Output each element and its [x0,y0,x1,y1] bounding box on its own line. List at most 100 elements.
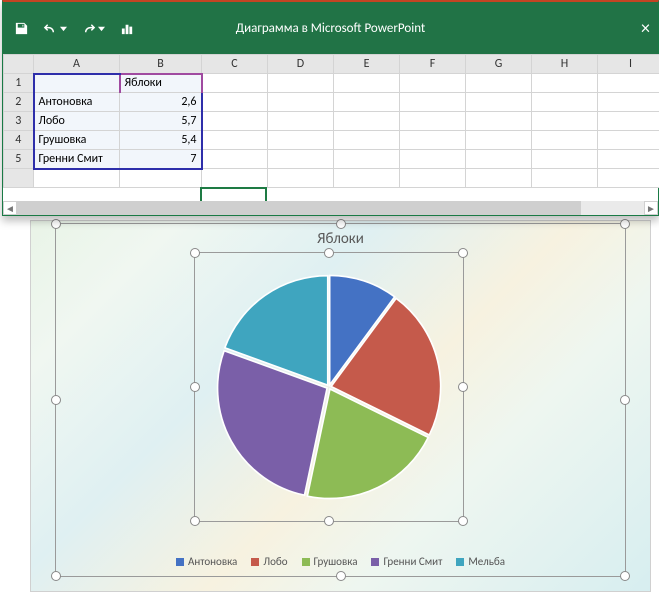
resize-handle[interactable] [458,516,468,526]
cell[interactable] [202,93,268,112]
col-header[interactable]: I [598,55,659,74]
resize-handle[interactable] [324,248,334,258]
chart-object[interactable]: Яблоки АнтоновкаЛобоГрушовкаГренни СмитМ… [55,223,626,577]
row-header[interactable]: 4 [4,131,34,150]
cell[interactable] [400,74,466,93]
cell[interactable] [334,112,400,131]
cell[interactable]: 5,7 [120,112,202,131]
undo-icon[interactable] [43,20,67,36]
scroll-thumb[interactable] [17,201,581,215]
cell[interactable] [120,169,202,188]
chart-tool-icon[interactable] [119,20,135,36]
cell[interactable] [532,131,598,150]
resize-handle[interactable] [458,382,468,392]
cell[interactable] [598,93,659,112]
legend-item[interactable]: Гренни Смит [371,555,442,568]
resize-handle[interactable] [620,219,630,229]
cell[interactable] [598,131,659,150]
resize-handle[interactable] [51,219,61,229]
scroll-track[interactable] [17,201,644,215]
cell[interactable] [532,93,598,112]
cell[interactable] [268,131,334,150]
row-header[interactable]: 1 [4,74,34,93]
resize-handle[interactable] [458,248,468,258]
cell[interactable] [400,131,466,150]
row-header[interactable]: 2 [4,93,34,112]
pie-chart[interactable] [214,272,444,502]
cell[interactable] [268,93,334,112]
scroll-left-icon[interactable]: ◄ [3,201,17,215]
cell[interactable]: 7 [120,150,202,169]
legend-item[interactable]: Антоновка [176,555,237,568]
cell[interactable] [466,131,532,150]
resize-handle[interactable] [620,395,630,405]
legend-item[interactable]: Лобо [251,555,287,568]
col-header[interactable]: D [268,55,334,74]
close-icon[interactable]: × [641,17,650,39]
legend-item[interactable]: Мельба [456,555,505,568]
cell[interactable] [334,150,400,169]
cell[interactable] [532,74,598,93]
redo-icon[interactable] [81,20,105,36]
resize-handle[interactable] [190,516,200,526]
cell[interactable] [598,74,659,93]
cell[interactable] [400,112,466,131]
cell[interactable]: Гренни Смит [34,150,120,169]
cell[interactable] [334,93,400,112]
cell[interactable] [334,74,400,93]
cell[interactable] [466,93,532,112]
cell[interactable] [598,150,659,169]
select-all-corner[interactable] [4,55,34,74]
cell[interactable] [202,169,268,188]
cell[interactable] [268,150,334,169]
cell[interactable] [466,150,532,169]
chart-legend[interactable]: Антоновка Лобо Грушовка Гренни Смит Мельба [56,555,625,568]
resize-handle[interactable] [324,516,334,526]
cell[interactable] [34,74,120,93]
legend-item[interactable]: Грушовка [302,555,358,568]
cell[interactable]: Грушовка [34,131,120,150]
col-header[interactable]: H [532,55,598,74]
worksheet[interactable]: A B C D E F G H I 1 Яблоки [3,54,658,201]
cell[interactable] [400,169,466,188]
cell[interactable] [598,112,659,131]
resize-handle[interactable] [51,571,61,581]
cell[interactable] [34,169,120,188]
cell[interactable] [532,150,598,169]
col-header[interactable]: C [202,55,268,74]
cell[interactable] [334,169,400,188]
cell[interactable] [400,150,466,169]
cell[interactable] [268,112,334,131]
cell[interactable]: Яблоки [120,74,202,93]
cell[interactable] [202,150,268,169]
col-header[interactable]: A [34,55,120,74]
plot-area[interactable] [194,252,464,522]
resize-handle[interactable] [336,219,346,229]
horizontal-scrollbar[interactable]: ◄ ► [3,201,658,215]
cell[interactable]: Антоновка [34,93,120,112]
data-grid[interactable]: A B C D E F G H I 1 Яблоки [3,54,659,188]
cell[interactable] [268,169,334,188]
resize-handle[interactable] [336,571,346,581]
cell[interactable] [400,93,466,112]
slide-canvas[interactable]: Яблоки АнтоновкаЛобоГрушовкаГренни СмитМ… [30,220,651,592]
resize-handle[interactable] [190,248,200,258]
scroll-right-icon[interactable]: ► [644,201,658,215]
col-header[interactable]: F [400,55,466,74]
row-header[interactable]: 3 [4,112,34,131]
cell[interactable]: Лобо [34,112,120,131]
save-icon[interactable] [13,20,29,36]
cell[interactable] [466,169,532,188]
col-header[interactable]: E [334,55,400,74]
resize-handle[interactable] [620,571,630,581]
cell[interactable] [466,112,532,131]
col-header[interactable]: G [466,55,532,74]
cell[interactable] [334,131,400,150]
row-header[interactable] [4,169,34,188]
cell[interactable] [202,131,268,150]
cell[interactable] [202,74,268,93]
col-header[interactable]: B [120,55,202,74]
cell[interactable] [532,112,598,131]
row-header[interactable]: 5 [4,150,34,169]
cell[interactable] [466,74,532,93]
